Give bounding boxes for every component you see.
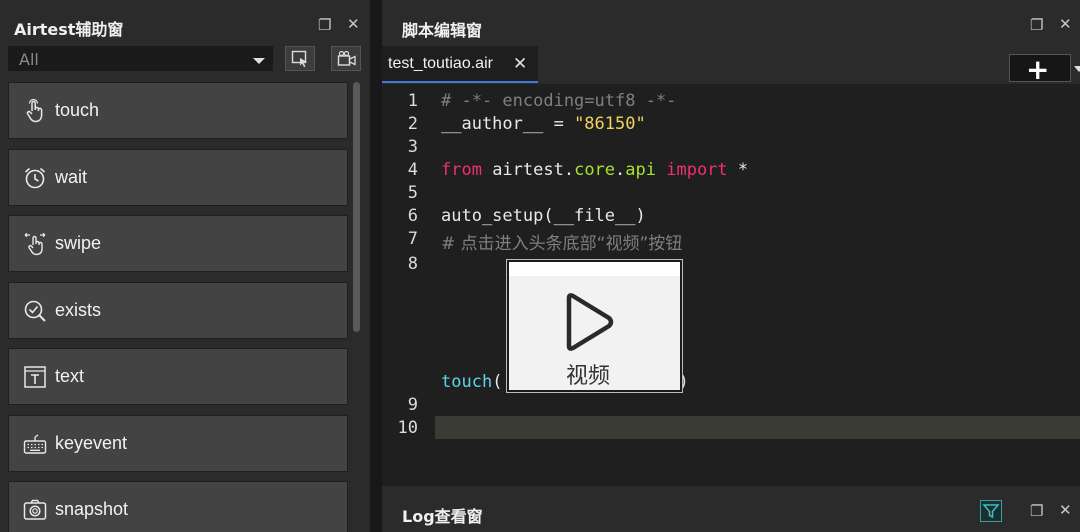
record-button[interactable] — [331, 46, 361, 71]
code-token-function: touch — [441, 372, 493, 392]
api-item-wait[interactable]: wait — [8, 148, 348, 206]
code-token: . — [615, 160, 626, 180]
keyboard-icon — [23, 433, 47, 454]
tab-close-icon[interactable]: ✕ — [513, 54, 527, 74]
editor-panel-title: 脚本编辑窗 — [402, 21, 483, 40]
api-item-label: wait — [55, 166, 88, 187]
select-region-button[interactable] — [285, 46, 315, 71]
code-editor[interactable]: 1 2 3 4 5 6 7 8 9 10 # -*- encoding=utf8… — [382, 84, 1080, 476]
chevron-down-icon[interactable] — [1074, 66, 1080, 72]
log-panel-title: Log查看窗 — [402, 507, 483, 526]
api-item-label: exists — [55, 299, 102, 320]
text-box-icon — [24, 366, 46, 388]
log-filter-button[interactable] — [980, 500, 1002, 522]
line-number: 3 — [407, 137, 418, 157]
api-item-snapshot[interactable]: snapshot — [8, 481, 348, 532]
tab-label: test_toutiao.air — [388, 55, 493, 72]
restore-icon[interactable]: ❐ — [1030, 17, 1043, 33]
line-number: 6 — [407, 206, 418, 226]
alarm-clock-icon — [24, 167, 46, 188]
code-line-1: # -*- encoding=utf8 -*- — [441, 91, 677, 111]
api-item-label: touch — [55, 100, 100, 120]
script-editor-panel: 脚本编辑窗 ❐ ✕ test_toutiao.air ✕ + 1 2 3 4 5… — [382, 0, 1080, 476]
restore-icon[interactable]: ❐ — [318, 17, 331, 33]
api-item-touch[interactable]: touch — [8, 82, 348, 139]
line-number: 5 — [407, 183, 418, 203]
line-number: 4 — [407, 160, 418, 180]
code-line-4: from airtest.core.api import * — [441, 160, 748, 180]
airtest-helper-panel: Airtest辅助窗 ❐ ✕ All touch wait swipe exis… — [0, 0, 370, 532]
code-line-2: __author__ = "86150" — [441, 114, 646, 134]
line-number: 10 — [397, 418, 418, 438]
api-item-label: snapshot — [55, 499, 129, 519]
chevron-down-icon — [253, 58, 265, 64]
close-icon[interactable]: ✕ — [347, 16, 360, 32]
code-token-module: api — [625, 160, 656, 180]
line-number: 2 — [407, 114, 418, 134]
code-token-string: "86150" — [574, 114, 646, 134]
api-item-label: keyevent — [55, 432, 128, 453]
touch-target-image[interactable]: 视频 — [506, 259, 683, 393]
code-token-keyword: import — [656, 160, 728, 180]
api-item-swipe[interactable]: swipe — [8, 215, 348, 272]
line-number: 1 — [407, 91, 418, 111]
code-line-6: auto_setup(__file__) — [441, 206, 646, 226]
camera-record-icon — [337, 50, 356, 66]
camera-icon — [23, 499, 47, 520]
tab-test-toutiao[interactable]: test_toutiao.air ✕ — [382, 46, 538, 83]
code-token-module: core — [574, 160, 616, 180]
code-token-keyword: from — [441, 160, 482, 180]
hand-tap-icon — [26, 99, 43, 123]
line-number: 7 — [407, 229, 418, 249]
hand-swipe-icon — [24, 232, 46, 256]
helper-panel-title: Airtest辅助窗 — [14, 20, 124, 39]
select-region-icon — [291, 50, 307, 67]
code-line-7: # 点击进入头条底部“视频”按钮 — [441, 234, 683, 254]
code-token: __author__ = — [441, 114, 575, 134]
line-number: 9 — [407, 395, 418, 415]
line-number: 8 — [407, 254, 418, 274]
api-list: touch wait swipe exists text keyevent sn… — [8, 82, 348, 532]
code-token: ( — [492, 372, 503, 392]
image-caption: 视频 — [566, 364, 611, 389]
filter-icon — [982, 504, 1000, 519]
code-token: * — [727, 160, 749, 180]
api-item-keyevent[interactable]: keyevent — [8, 414, 348, 472]
code-token: airtest. — [481, 160, 575, 180]
current-line-highlight — [435, 416, 1080, 439]
log-viewer-panel: Log查看窗 ❐ ✕ — [382, 486, 1080, 532]
api-item-label: swipe — [55, 233, 102, 253]
close-icon[interactable]: ✕ — [1059, 16, 1072, 32]
restore-icon[interactable]: ❐ — [1030, 503, 1043, 519]
api-item-label: text — [55, 366, 85, 386]
api-list-scrollbar[interactable] — [353, 82, 360, 332]
plus-icon: + — [1026, 53, 1050, 86]
panel-divider[interactable] — [370, 0, 382, 532]
api-filter-select[interactable]: All — [8, 46, 273, 71]
filter-value: All — [19, 50, 39, 69]
api-item-text[interactable]: text — [8, 348, 348, 405]
search-check-icon — [24, 300, 46, 322]
api-item-exists[interactable]: exists — [8, 281, 348, 339]
close-icon[interactable]: ✕ — [1059, 502, 1072, 518]
new-script-button[interactable]: + — [1009, 53, 1080, 86]
play-icon — [566, 293, 614, 351]
